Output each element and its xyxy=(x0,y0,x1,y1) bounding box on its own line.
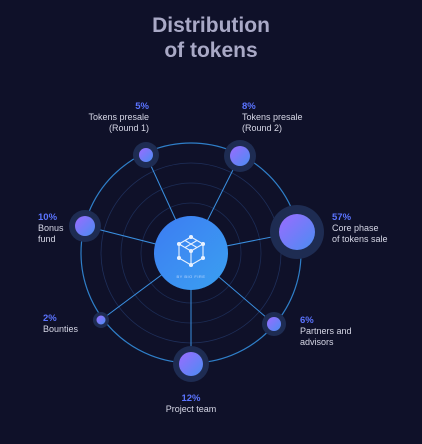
label-core: 57% Core phase of tokens sale xyxy=(332,212,388,245)
label-bounties-line1: Bounties xyxy=(43,324,79,334)
percent-presale-2: 8% xyxy=(242,101,256,112)
label-partners-line1: Partners and xyxy=(300,326,352,336)
label-presale-1-line1: Tokens presale xyxy=(88,112,149,122)
percent-presale-1: 5% xyxy=(135,101,149,112)
label-team: 12% Project team xyxy=(160,393,222,415)
hub-caption: BY BIO FIRE xyxy=(176,274,206,279)
percent-team: 12% xyxy=(181,393,201,404)
label-presale-2: 8% Tokens presale (Round 2) xyxy=(242,101,303,134)
label-core-line1: Core phase xyxy=(332,223,379,233)
percent-bounties: 2% xyxy=(43,313,57,324)
node-team xyxy=(173,346,209,382)
node-core xyxy=(270,205,324,259)
percent-partners: 6% xyxy=(300,315,314,326)
node-presale-2 xyxy=(224,140,256,172)
percent-bonus: 10% xyxy=(38,212,58,223)
label-partners: 6% Partners and advisors xyxy=(300,315,352,348)
node-presale-1 xyxy=(133,142,159,168)
label-presale-1-line2: (Round 1) xyxy=(108,123,149,133)
label-bounties: 2% Bounties xyxy=(43,313,78,335)
percent-core: 57% xyxy=(332,212,352,223)
label-bonus: 10% Bonus fund xyxy=(38,212,64,245)
label-core-line2: of tokens sale xyxy=(332,234,388,244)
label-bonus-line2: fund xyxy=(38,234,56,244)
node-bounties xyxy=(93,312,109,328)
label-bonus-line1: Bonus xyxy=(38,223,64,233)
node-partners xyxy=(262,312,286,336)
label-presale-1: 5% Tokens presale (Round 1) xyxy=(78,101,149,134)
label-partners-line2: advisors xyxy=(300,337,334,347)
token-distribution-page: Distribution of tokens BY BIO FIRE 5% To… xyxy=(0,0,422,444)
label-presale-2-line2: (Round 2) xyxy=(242,123,283,133)
node-bonus xyxy=(69,210,101,242)
label-team-line1: Project team xyxy=(165,404,217,414)
label-presale-2-line1: Tokens presale xyxy=(242,112,303,122)
